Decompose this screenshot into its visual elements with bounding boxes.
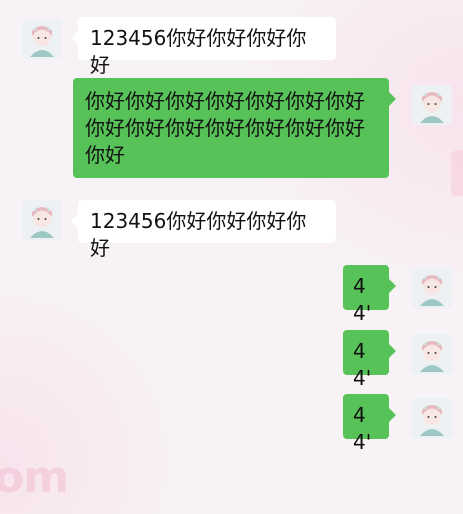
- avatar[interactable]: [412, 334, 452, 374]
- avatar[interactable]: [22, 200, 62, 240]
- avatar[interactable]: [412, 268, 452, 308]
- avatar[interactable]: [412, 398, 452, 438]
- message-bubble-outgoing[interactable]: 你好你好你好你好你好你好你好你好你好你好你好你好你好你好你好: [73, 78, 396, 178]
- background-decoration: om: [0, 452, 69, 503]
- girl-avatar-icon: [412, 85, 452, 125]
- message-bubble-outgoing[interactable]: 44': [343, 265, 396, 325]
- girl-avatar-icon: [22, 19, 62, 59]
- girl-avatar-icon: [412, 268, 452, 308]
- girl-avatar-icon: [412, 398, 452, 438]
- chat-window[interactable]: om 123456你好你好你好你好 你好你好你好你好你好你好你好你好你好你好你好…: [0, 0, 463, 514]
- message-bubble-incoming[interactable]: 123456你好你好你好你好: [71, 17, 336, 77]
- message-bubble-outgoing[interactable]: 44': [343, 330, 396, 390]
- girl-avatar-icon: [22, 200, 62, 240]
- avatar[interactable]: [412, 85, 452, 125]
- girl-avatar-icon: [412, 334, 452, 374]
- avatar[interactable]: [22, 19, 62, 59]
- message-bubble-incoming[interactable]: 123456你好你好你好你好: [71, 200, 336, 260]
- background-decoration: [451, 150, 463, 196]
- message-bubble-outgoing[interactable]: 44': [343, 394, 396, 454]
